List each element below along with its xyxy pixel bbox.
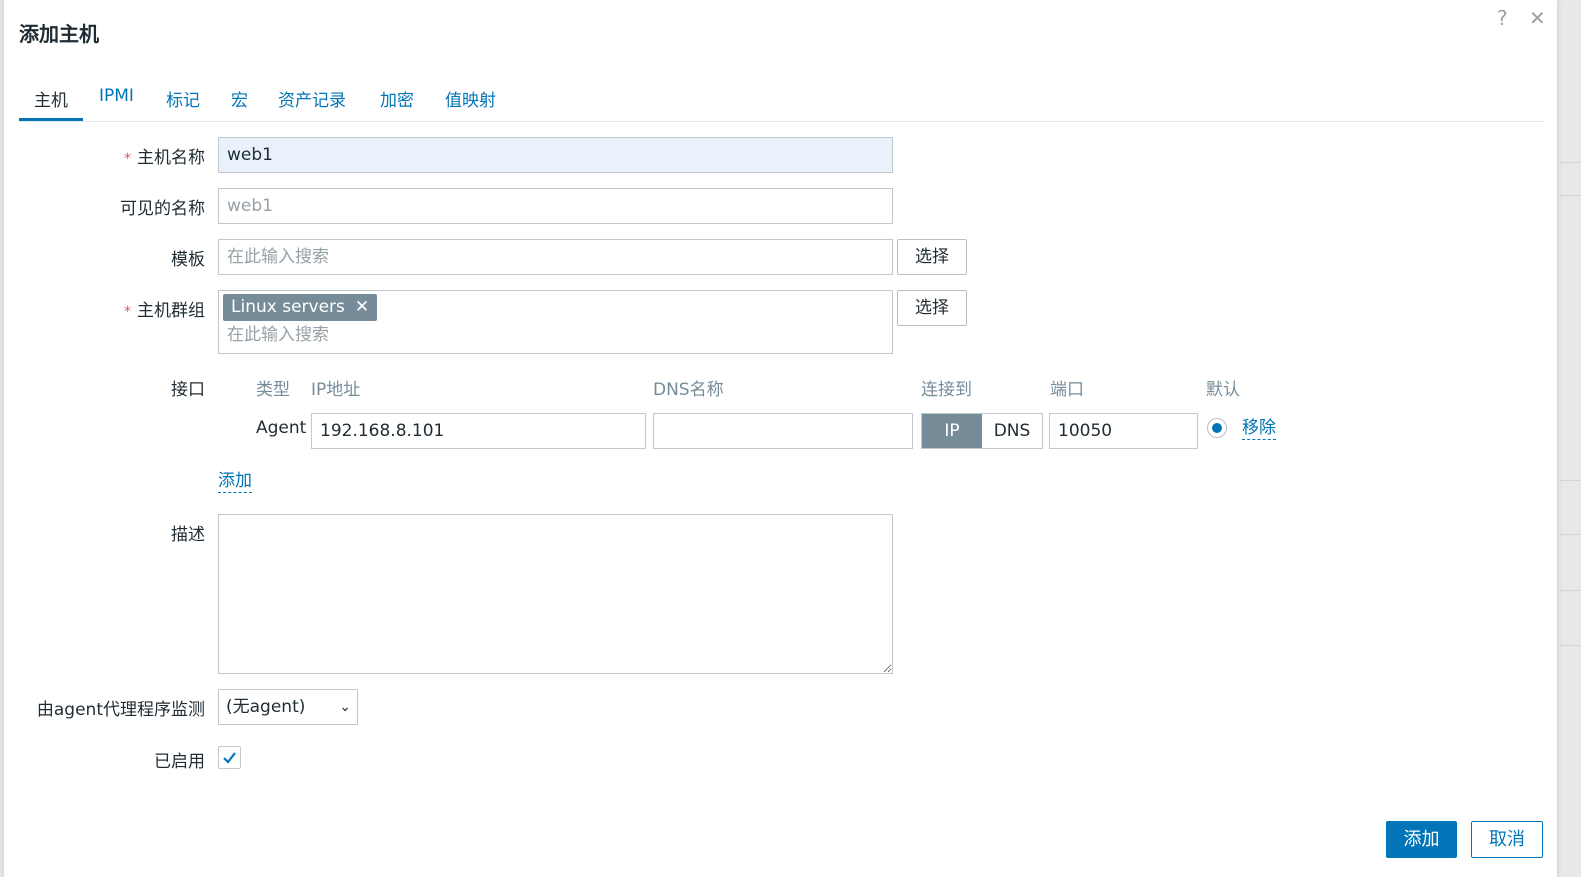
enabled-label: 已启用 xyxy=(154,752,205,772)
background-line xyxy=(1560,534,1581,535)
tab-encryption[interactable]: 加密 xyxy=(380,86,414,119)
templates-label: 模板 xyxy=(171,250,205,270)
interface-connect-header: 连接到 xyxy=(921,380,972,400)
connect-dns-option[interactable]: DNS xyxy=(982,414,1042,448)
connect-to-toggle: IP DNS xyxy=(921,413,1043,449)
interface-ip-header: IP地址 xyxy=(311,380,361,400)
background-line xyxy=(1560,480,1581,481)
description-label: 描述 xyxy=(171,525,205,545)
host-groups-search-input[interactable] xyxy=(227,325,827,345)
background-line xyxy=(1560,162,1581,163)
checkmark-icon xyxy=(223,752,236,764)
host-name-input[interactable] xyxy=(218,137,893,173)
templates-search-input[interactable] xyxy=(218,239,893,275)
interface-ip-input[interactable] xyxy=(311,413,646,449)
proxy-label: 由agent代理程序监测 xyxy=(36,700,205,720)
chip-remove-icon[interactable]: ✕ xyxy=(355,297,369,317)
interface-port-header: 端口 xyxy=(1050,380,1084,400)
proxy-select-value: (无agent) xyxy=(226,697,306,717)
tab-ipmi[interactable]: IPMI xyxy=(99,86,134,119)
radio-dot xyxy=(1212,423,1222,433)
tab-macros[interactable]: 宏 xyxy=(231,86,248,119)
interface-dns-input[interactable] xyxy=(653,413,913,449)
background-line xyxy=(1560,645,1581,646)
tab-tags[interactable]: 标记 xyxy=(166,86,200,119)
remove-interface-link[interactable]: 移除 xyxy=(1242,417,1276,440)
connect-ip-option[interactable]: IP xyxy=(922,414,982,448)
interface-type-header: 类型 xyxy=(256,380,290,400)
tab-bar: 主机 IPMI 标记 宏 资产记录 加密 值映射 xyxy=(19,80,1543,122)
description-textarea[interactable] xyxy=(218,514,893,674)
templates-select-button[interactable]: 选择 xyxy=(897,239,967,275)
add-host-dialog: 添加主机 ? ✕ 主机 IPMI 标记 宏 资产记录 加密 值映射 * 主机名称 … xyxy=(4,0,1557,877)
interface-port-input[interactable] xyxy=(1049,413,1198,449)
interface-dns-header: DNS名称 xyxy=(653,380,724,400)
chevron-down-icon: ⌄ xyxy=(339,699,351,715)
required-mark: * xyxy=(124,151,131,167)
host-name-label: * 主机名称 xyxy=(124,148,205,168)
close-icon[interactable]: ✕ xyxy=(1529,6,1546,30)
host-groups-select-button[interactable]: 选择 xyxy=(897,290,967,326)
tab-value-mapping[interactable]: 值映射 xyxy=(445,86,496,119)
interface-type: Agent xyxy=(256,418,307,438)
host-groups-multiselect[interactable]: Linux servers ✕ xyxy=(218,290,893,354)
host-groups-label: * 主机群组 xyxy=(124,301,205,321)
help-icon[interactable]: ? xyxy=(1497,6,1508,30)
host-group-chip: Linux servers ✕ xyxy=(223,294,378,321)
visible-name-input[interactable] xyxy=(218,188,893,224)
interfaces-label: 接口 xyxy=(171,380,205,400)
add-interface-link[interactable]: 添加 xyxy=(218,470,252,493)
background-line xyxy=(1560,195,1581,196)
tab-host[interactable]: 主机 xyxy=(19,86,83,121)
visible-name-label: 可见的名称 xyxy=(120,199,205,219)
dialog-title: 添加主机 xyxy=(19,22,99,46)
background-line xyxy=(1560,590,1581,591)
required-mark: * xyxy=(124,304,131,320)
add-button[interactable]: 添加 xyxy=(1386,821,1457,858)
tab-inventory[interactable]: 资产记录 xyxy=(278,86,346,119)
proxy-select[interactable]: (无agent) ⌄ xyxy=(218,689,358,725)
enabled-checkbox[interactable] xyxy=(218,746,241,769)
cancel-button[interactable]: 取消 xyxy=(1471,821,1543,858)
default-interface-radio[interactable] xyxy=(1207,418,1227,438)
host-group-chip-label: Linux servers xyxy=(231,297,345,317)
interface-default-header: 默认 xyxy=(1206,380,1240,400)
